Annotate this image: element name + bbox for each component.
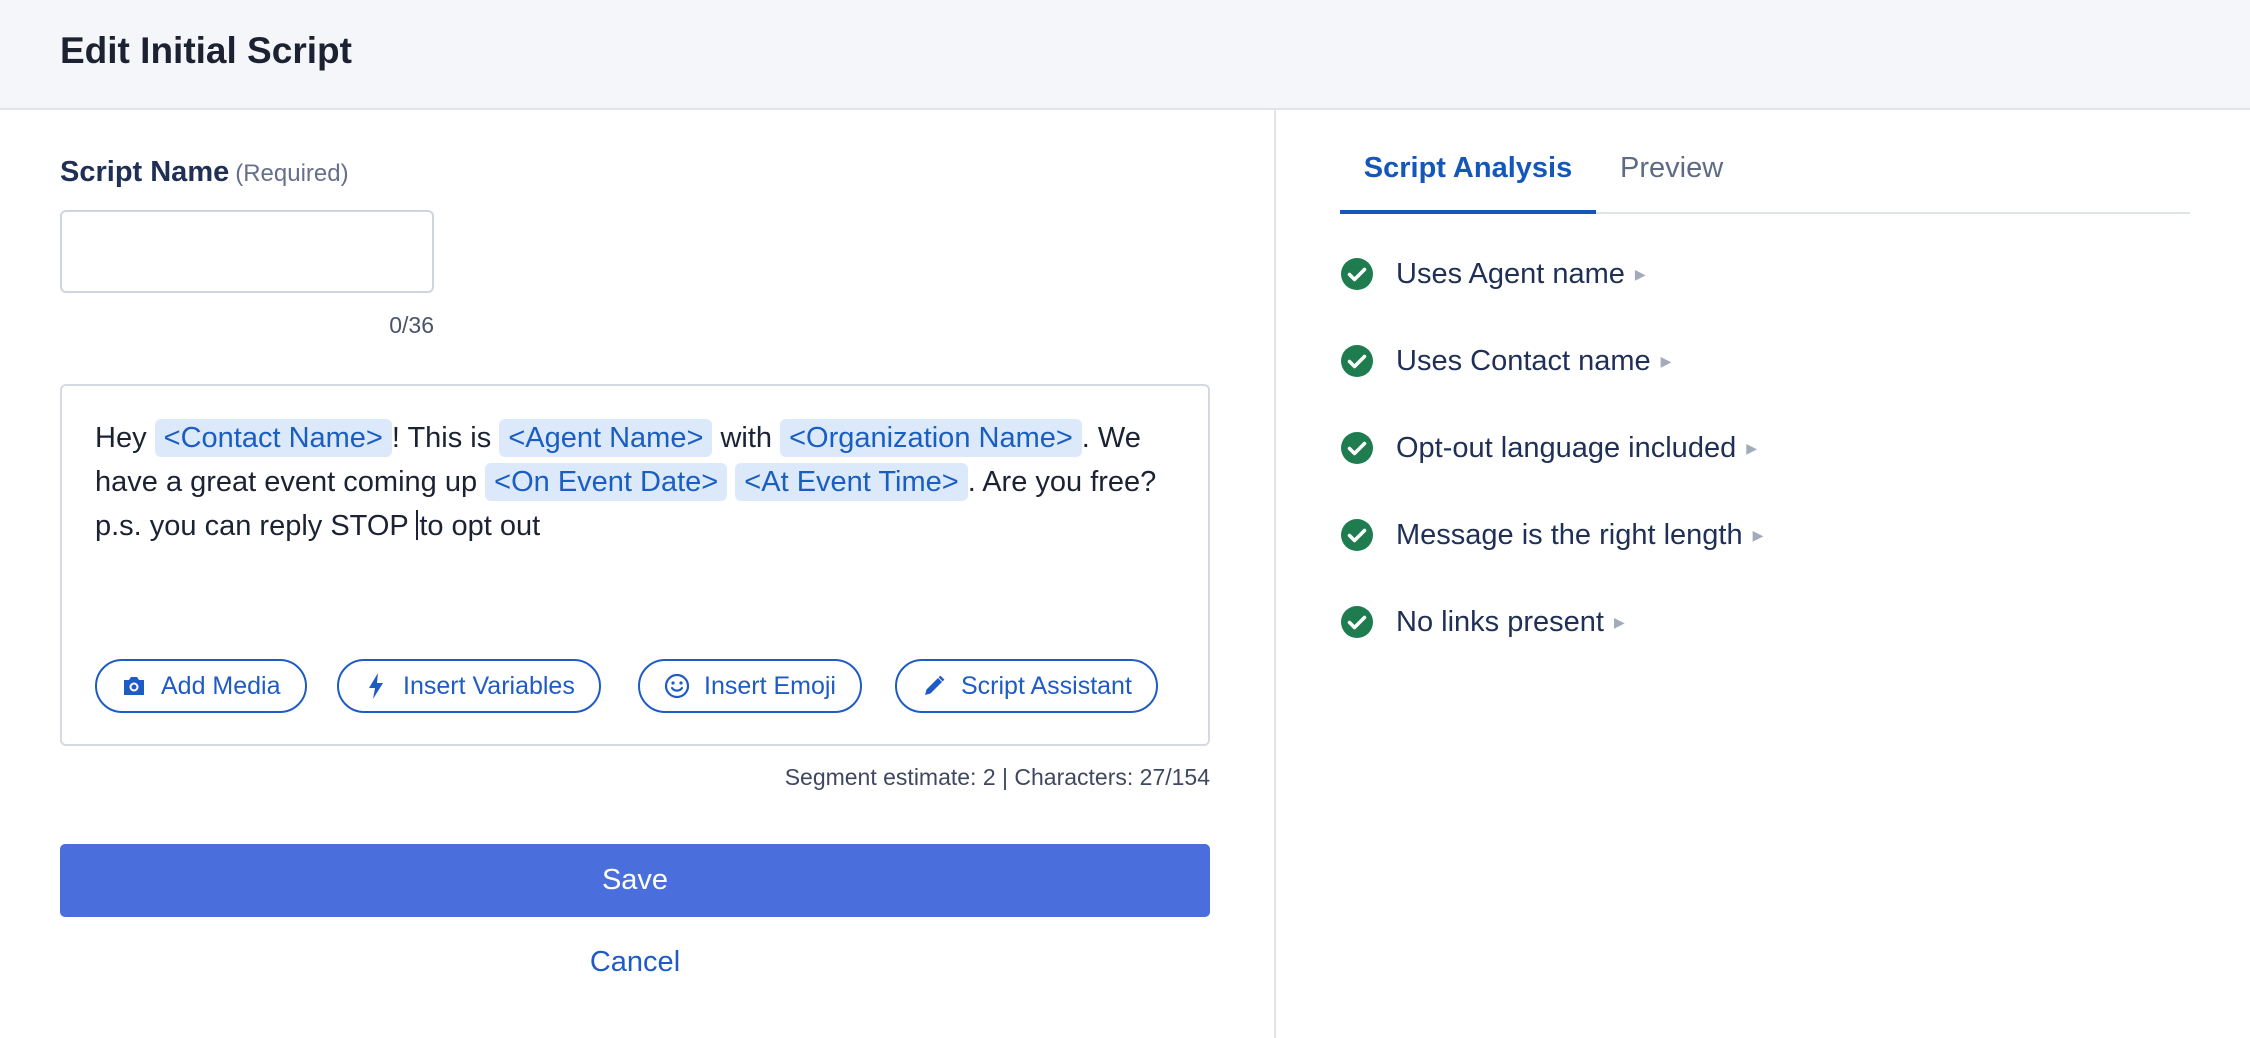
check-item-agent-name[interactable]: Uses Agent name ▶ <box>1340 250 1646 298</box>
add-media-label: Add Media <box>161 671 281 700</box>
analysis-tabs: Script Analysis Preview <box>1340 140 2190 214</box>
check-label: Uses Agent name <box>1396 257 1625 290</box>
message-text-segment: Hey <box>95 422 155 454</box>
message-text-segment: with <box>712 422 781 454</box>
script-name-label-row: Script Name (Required) <box>60 156 349 189</box>
insert-variables-label: Insert Variables <box>403 671 575 700</box>
message-text-segment <box>727 466 735 498</box>
check-circle-icon <box>1341 345 1373 377</box>
variable-chip-event-date[interactable]: <On Event Date> <box>485 463 728 501</box>
expand-arrow-icon: ▶ <box>1660 352 1672 369</box>
page-title: Edit Initial Script <box>60 30 352 71</box>
expand-arrow-icon: ▶ <box>1613 613 1625 630</box>
expand-arrow-icon: ▶ <box>1634 265 1646 282</box>
script-assistant-label: Script Assistant <box>961 671 1132 700</box>
check-circle-icon <box>1341 519 1373 551</box>
save-button[interactable]: Save <box>60 844 1210 917</box>
check-item-message-length[interactable]: Message is the right length ▶ <box>1340 511 1763 559</box>
script-name-label: Script Name <box>60 156 230 188</box>
check-label: No links present <box>1396 605 1604 638</box>
check-label: Uses Contact name <box>1396 344 1651 377</box>
tab-script-analysis[interactable]: Script Analysis <box>1340 152 1596 214</box>
required-hint: (Required) <box>235 160 349 187</box>
check-circle-icon <box>1341 432 1373 464</box>
smiley-icon <box>664 673 690 699</box>
variable-chip-event-time[interactable]: <At Event Time> <box>735 463 968 501</box>
tab-preview[interactable]: Preview <box>1620 152 1723 185</box>
segment-estimate: Segment estimate: 2 | Characters: 27/154 <box>784 764 1210 790</box>
cancel-link[interactable]: Cancel <box>60 946 1210 979</box>
lightning-icon <box>363 673 389 699</box>
variable-chip-organization-name[interactable]: <Organization Name> <box>780 419 1082 457</box>
message-text-segment: to opt out <box>419 510 541 542</box>
page-header: Edit Initial Script <box>0 0 2250 110</box>
expand-arrow-icon: ▶ <box>1752 526 1764 543</box>
insert-variables-button[interactable]: Insert Variables <box>337 659 601 713</box>
check-item-contact-name[interactable]: Uses Contact name ▶ <box>1340 337 1671 385</box>
expand-arrow-icon: ▶ <box>1746 439 1757 456</box>
check-circle-icon <box>1341 606 1373 638</box>
script-name-counter: 0/36 <box>389 312 434 338</box>
panel-divider <box>1274 110 1276 1038</box>
message-text[interactable]: Hey <Contact Name>! This is <Agent Name>… <box>95 416 1185 548</box>
add-media-button[interactable]: Add Media <box>95 659 307 713</box>
insert-emoji-button[interactable]: Insert Emoji <box>638 659 862 713</box>
check-item-opt-out[interactable]: Opt-out language included ▶ <box>1340 424 1757 472</box>
check-item-no-links[interactable]: No links present ▶ <box>1340 598 1625 646</box>
script-name-input[interactable] <box>60 210 434 293</box>
check-circle-icon <box>1341 258 1373 290</box>
camera-icon <box>121 673 147 699</box>
variable-chip-contact-name[interactable]: <Contact Name> <box>154 419 392 457</box>
check-label: Message is the right length <box>1396 518 1743 551</box>
pencil-icon <box>921 673 947 699</box>
insert-emoji-label: Insert Emoji <box>704 671 836 700</box>
message-editor[interactable]: Hey <Contact Name>! This is <Agent Name>… <box>60 384 1210 746</box>
script-assistant-button[interactable]: Script Assistant <box>895 659 1158 713</box>
check-label: Opt-out language included <box>1396 431 1737 464</box>
text-caret <box>416 510 419 540</box>
variable-chip-agent-name[interactable]: <Agent Name> <box>499 419 713 457</box>
message-text-segment: ! This is <box>391 422 500 454</box>
